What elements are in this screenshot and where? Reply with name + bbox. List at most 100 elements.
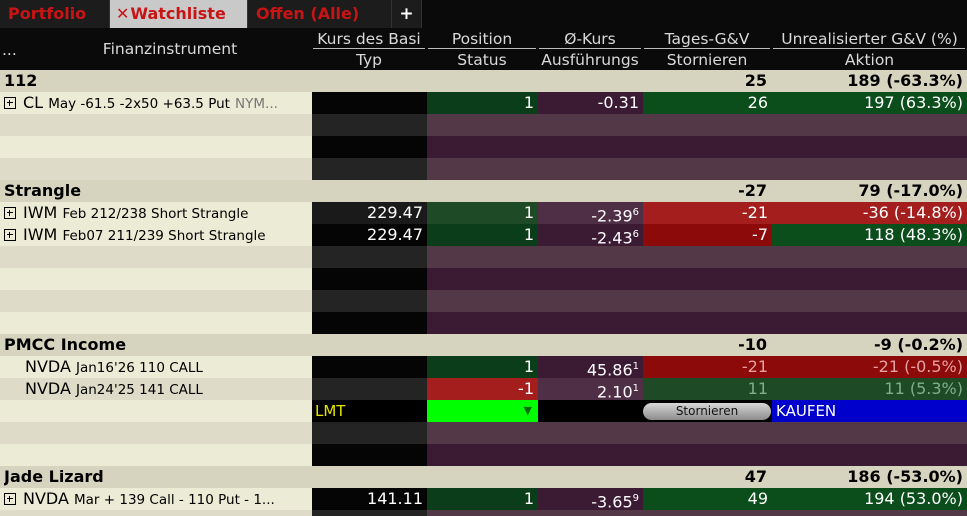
empty-cell — [312, 290, 427, 312]
empty-cell — [427, 268, 967, 290]
table-row-nvda-3[interactable]: NVDA Mar + 139 Call - 110 Put - 1... 141… — [0, 488, 967, 510]
symbol: IWM — [23, 203, 58, 222]
position-cell: 1 — [427, 356, 538, 378]
group-unrealized-pnl: -9 (-0.2%) — [874, 335, 963, 354]
group-daily-pnl: -27 — [738, 181, 767, 200]
empty-row — [0, 136, 967, 158]
empty-cell — [427, 444, 967, 466]
unrealized-pnl-cell: 194 (53.0%) — [772, 488, 967, 510]
daily-pnl-cell: 26 — [643, 92, 772, 114]
header-execution[interactable]: Ausführungs — [538, 51, 642, 69]
expand-icon[interactable] — [4, 97, 16, 109]
empty-cell — [312, 136, 427, 158]
group-row-pmcc-income[interactable]: PMCC Income -10 -9 (-0.2%) — [0, 334, 967, 356]
header-instrument[interactable]: Finanzinstrument — [30, 40, 310, 58]
position-cell: -1 — [427, 378, 538, 400]
underlying-price: 229.47 — [312, 202, 427, 224]
header-unrealized-pnl[interactable]: Unrealisierter G&V (%) — [772, 30, 967, 48]
daily-pnl-cell: 49 — [643, 488, 772, 510]
group-unrealized-pnl: 186 (-53.0%) — [847, 467, 963, 486]
avg-price-fraction: 1 — [632, 361, 639, 372]
avg-price-cell: 45.861 — [538, 356, 643, 378]
avg-price-cell: -2.396 — [538, 202, 643, 224]
close-icon[interactable]: ✕ — [116, 4, 129, 23]
empty-cell — [427, 114, 967, 136]
symbol: NVDA — [23, 489, 69, 508]
tab-label: Portfolio — [8, 4, 87, 23]
expand-icon[interactable] — [4, 493, 16, 505]
symbol: NVDA — [25, 379, 71, 398]
group-row-strangle[interactable]: Strangle -27 79 (-17.0%) — [0, 180, 967, 202]
table-row-iwm-1[interactable]: IWM Feb 212/238 Short Strangle 229.47 1 … — [0, 202, 967, 224]
group-row-jade-lizard[interactable]: Jade Lizard 47 186 (-53.0%) — [0, 466, 967, 488]
group-name: PMCC Income — [4, 335, 127, 354]
header-avg-price[interactable]: Ø-Kurs — [538, 30, 642, 48]
empty-row — [0, 510, 967, 516]
column-menu-button[interactable]: ... — [2, 41, 26, 59]
order-price[interactable] — [538, 400, 643, 422]
table-row-nvda-1[interactable]: NVDA Jan16'26 110 CALL 1 45.861 -21 -21 … — [0, 356, 967, 378]
empty-cell — [312, 268, 427, 290]
header-action[interactable]: Aktion — [772, 51, 967, 69]
order-row[interactable]: LMT ▼ Stornieren KAUFEN — [0, 400, 967, 422]
avg-price: 45.86 — [586, 360, 633, 378]
header-position[interactable]: Position — [427, 30, 537, 48]
expand-icon[interactable] — [4, 207, 16, 219]
empty-cell — [312, 510, 427, 516]
empty-cell — [0, 400, 312, 422]
avg-price-fraction: 9 — [632, 493, 639, 504]
buy-action-button[interactable]: KAUFEN — [772, 400, 967, 422]
header-kurs[interactable]: Kurs des Basi — [312, 30, 426, 48]
avg-price: 2.10 — [597, 382, 633, 400]
daily-pnl-cell: 11 — [643, 378, 772, 400]
empty-cell — [0, 422, 312, 444]
daily-pnl-cell: -21 — [643, 356, 772, 378]
order-status-dropdown[interactable]: ▼ — [427, 400, 538, 422]
cancel-order-button[interactable]: Stornieren — [643, 403, 771, 420]
table-row-nvda-2[interactable]: NVDA Jan24'25 141 CALL -1 2.101 11 11 (5… — [0, 378, 967, 400]
group-name: Jade Lizard — [4, 467, 104, 486]
tab-portfolio[interactable]: Portfolio — [0, 0, 110, 28]
instrument-cell: IWM Feb07 211/239 Short Strangle — [0, 224, 312, 246]
header-divider — [539, 48, 641, 49]
instrument-cell: IWM Feb 212/238 Short Strangle — [0, 202, 312, 224]
tab-watchliste[interactable]: ✕Watchliste — [110, 0, 248, 28]
avg-price: -2.39 — [591, 206, 633, 224]
group-daily-pnl: 47 — [744, 467, 767, 486]
avg-price-cell: 2.101 — [538, 378, 643, 400]
empty-cell — [312, 246, 427, 268]
empty-cell — [0, 114, 312, 136]
daily-pnl-cell: -7 — [643, 224, 772, 246]
empty-row — [0, 246, 967, 268]
empty-cell — [0, 290, 312, 312]
group-daily-pnl: 25 — [744, 71, 767, 90]
contract-desc: May -61.5 -2x50 +63.5 Put — [48, 96, 230, 112]
expand-icon[interactable] — [4, 229, 16, 241]
order-type[interactable]: LMT — [312, 400, 427, 422]
add-tab-button[interactable]: + — [392, 0, 422, 28]
group-unrealized-pnl: 79 (-17.0%) — [858, 181, 963, 200]
table-row-cl[interactable]: CL May -61.5 -2x50 +63.5 Put NYM... 1 -0… — [0, 92, 967, 114]
plus-icon: + — [399, 4, 414, 24]
dropdown-triangle-icon: ▼ — [523, 404, 532, 417]
header-typ[interactable]: Typ — [312, 51, 426, 69]
header-daily-pnl[interactable]: Tages-G&V — [643, 30, 771, 48]
tab-offen-alle[interactable]: Offen (Alle) — [248, 0, 392, 28]
header-divider — [428, 48, 536, 49]
header-divider — [773, 48, 965, 49]
position-cell: 1 — [427, 202, 538, 224]
group-row-112[interactable]: 112 25 189 (-63.3%) — [0, 70, 967, 92]
contract-desc: Feb07 211/239 Short Strangle — [62, 228, 266, 244]
header-divider — [313, 48, 425, 49]
table-row-iwm-2[interactable]: IWM Feb07 211/239 Short Strangle 229.47 … — [0, 224, 967, 246]
empty-cell — [312, 444, 427, 466]
header-status[interactable]: Status — [427, 51, 537, 69]
header-cancel[interactable]: Stornieren — [643, 51, 771, 69]
unrealized-pnl-cell: 197 (63.3%) — [772, 92, 967, 114]
empty-row — [0, 290, 967, 312]
underlying-price — [312, 356, 427, 378]
contract-desc: Feb 212/238 Short Strangle — [62, 206, 249, 222]
empty-cell — [427, 510, 967, 516]
contract-desc: Jan24'25 141 CALL — [76, 382, 203, 398]
empty-cell — [0, 312, 312, 334]
